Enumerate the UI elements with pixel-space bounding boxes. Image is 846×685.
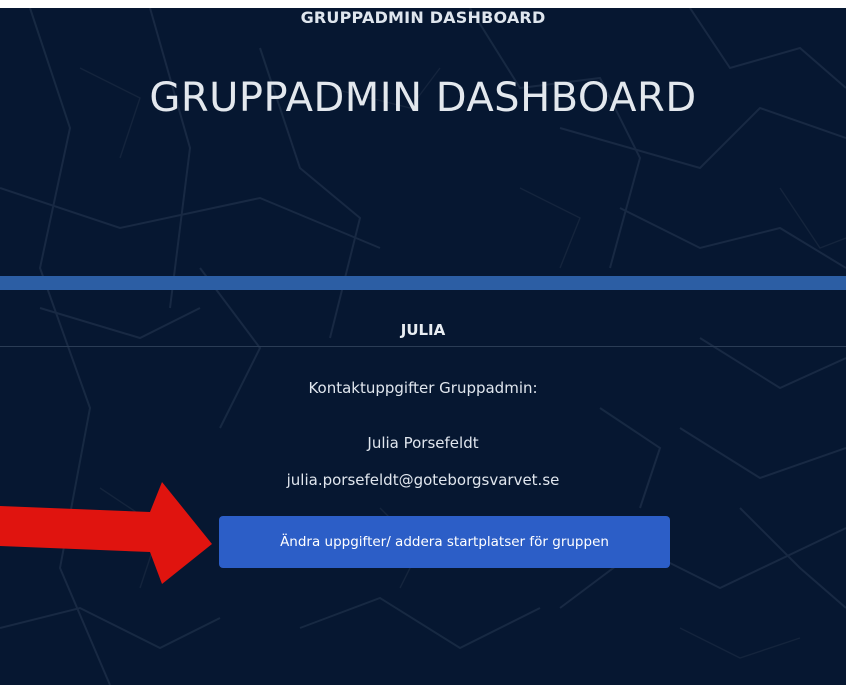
section-divider-band	[0, 276, 846, 290]
dashboard-heading: GRUPPADMIN DASHBOARD	[149, 75, 697, 121]
edit-group-button[interactable]: Ändra uppgifter/ addera startplatser för…	[219, 516, 670, 568]
divider-line	[0, 346, 846, 347]
dashboard-panel: GRUPPADMIN DASHBOARD GRUPPADMIN DASHBOAR…	[0, 8, 846, 685]
contact-info-label: Kontaktuppgifter Gruppadmin:	[308, 379, 538, 397]
group-name-heading: JULIA	[400, 321, 446, 339]
page: GRUPPADMIN DASHBOARD GRUPPADMIN DASHBOAR…	[0, 0, 846, 685]
top-page-title: GRUPPADMIN DASHBOARD	[300, 8, 546, 27]
contact-name: Julia Porsefeldt	[367, 434, 479, 452]
contact-email: julia.porsefeldt@goteborgsvarvet.se	[286, 471, 560, 489]
